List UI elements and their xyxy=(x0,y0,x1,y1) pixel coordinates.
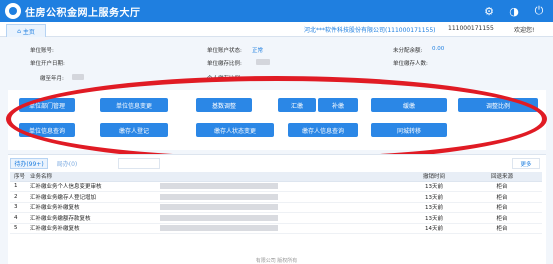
top-bar: 住房公积金网上服务大厅 ⚙ ◑ ⏻ xyxy=(0,0,553,22)
more-button[interactable]: 更多 xyxy=(512,158,540,169)
row-no: 3 xyxy=(10,202,26,213)
open-date-label: 单位开户日期: xyxy=(30,61,65,67)
row-detail xyxy=(156,202,406,213)
col-no: 序号 xyxy=(10,172,26,182)
unit-info-change-button[interactable]: 单位信息变更 xyxy=(100,98,168,112)
row-source: 柜台 xyxy=(462,212,542,224)
supplementary-pay-button[interactable]: 补缴 xyxy=(318,98,358,112)
col-detail xyxy=(156,172,406,182)
tab-home[interactable]: ⌂ 主页 xyxy=(6,24,46,37)
tab-home-label: 主页 xyxy=(22,28,35,36)
same-city-transfer-button[interactable]: 同城转移 xyxy=(371,123,447,137)
base-adjust-button[interactable]: 基数调整 xyxy=(196,98,252,112)
help-icon[interactable]: ◑ xyxy=(506,3,522,19)
row-no: 1 xyxy=(10,181,26,192)
unit-ratio-label: 单位缴存比例: xyxy=(207,61,242,67)
row-name[interactable]: 汇补缴业务个人信息变更审核 xyxy=(26,181,156,192)
todo-panel: 待办(99+) 局办(0) 更多 序号 业务名称 撤销时间 回退来源 1 汇补缴… xyxy=(8,154,546,264)
redacted-value xyxy=(160,204,278,210)
row-source: 柜台 xyxy=(462,181,542,192)
unit-account-label: 单位账号: xyxy=(30,48,54,54)
row-time: 13天前 xyxy=(406,181,462,192)
unit-status-value: 正常 xyxy=(252,48,264,54)
unit-info-panel: 单位账号: 单位账户状态: 正常 未分配余额: 0.00 单位开户日期: 单位缴… xyxy=(0,38,553,88)
row-detail xyxy=(156,181,406,192)
row-no: 2 xyxy=(10,191,26,203)
row-name[interactable]: 汇补缴业务补缴复核 xyxy=(26,223,156,234)
row-time: 13天前 xyxy=(406,202,462,213)
redacted-value xyxy=(160,193,278,200)
depositor-register-button[interactable]: 缴存人登记 xyxy=(100,123,168,137)
defer-pay-button[interactable]: 缓缴 xyxy=(371,98,447,112)
top-icons: ⚙ ◑ ⏻ xyxy=(481,3,547,19)
tab-done[interactable]: 局办(0) xyxy=(52,158,82,169)
table-row[interactable]: 2 汇补缴业务缴存人登记增加 13天前 柜台 xyxy=(10,191,542,203)
company-code: 111000171155 xyxy=(448,25,494,32)
paid-month-label: 缴至年月: xyxy=(40,76,64,82)
row-no: 5 xyxy=(10,223,26,234)
unit-status-label: 单位账户状态: xyxy=(207,48,242,54)
personal-ratio-label: 个人缴存比例: xyxy=(207,76,242,82)
row-source: 柜台 xyxy=(462,223,542,234)
row-time: 13天前 xyxy=(406,191,462,203)
dept-manage-button[interactable]: 单位部门管理 xyxy=(19,98,75,112)
row-detail xyxy=(156,223,406,234)
row-detail xyxy=(156,191,406,203)
adjust-ratio-button[interactable]: 调整比例 xyxy=(458,98,538,112)
row-source: 柜台 xyxy=(462,202,542,213)
col-name: 业务名称 xyxy=(26,172,156,182)
redacted-value xyxy=(160,214,278,221)
redacted-value xyxy=(160,183,278,189)
todo-table: 序号 业务名称 撤销时间 回退来源 1 汇补缴业务个人信息变更审核 13天前 柜… xyxy=(10,172,542,234)
tab-bar: ⌂ 主页 河北***软件科技股份有限公司(111000171155) 11100… xyxy=(0,22,553,37)
table-header-row: 序号 业务名称 撤销时间 回退来源 xyxy=(10,172,542,182)
table-row[interactable]: 3 汇补缴业务补缴复核 13天前 柜台 xyxy=(10,202,542,213)
row-time: 14天前 xyxy=(406,223,462,234)
footer: 有限公司 版权所有 xyxy=(255,258,298,264)
table-row[interactable]: 1 汇补缴业务个人信息变更审核 13天前 柜台 xyxy=(10,181,542,192)
power-icon[interactable]: ⏻ xyxy=(531,3,547,19)
row-time: 13天前 xyxy=(406,212,462,224)
tab-todo[interactable]: 待办(99+) xyxy=(10,158,48,169)
unpaid-balance-label: 未分配余额: xyxy=(393,48,423,54)
col-source: 回退来源 xyxy=(462,172,542,182)
redacted-value xyxy=(256,59,270,65)
operation-panel: 单位部门管理 单位信息变更 基数调整 汇缴 补缴 缓缴 调整比例 单位信息查询 … xyxy=(8,90,546,150)
logo-icon xyxy=(5,3,21,19)
home-icon: ⌂ xyxy=(17,27,21,35)
tab-blank[interactable] xyxy=(118,158,160,169)
row-name[interactable]: 汇补缴业务缴存人登记增加 xyxy=(26,191,156,203)
col-time: 撤销时间 xyxy=(406,172,462,182)
welcome-text: 欢迎您! xyxy=(514,27,535,34)
unit-info-query-button[interactable]: 单位信息查询 xyxy=(19,123,75,137)
unit-members-label: 单位缴存人数: xyxy=(393,61,428,67)
depositor-status-change-button[interactable]: 缴存人状态变更 xyxy=(196,123,274,137)
row-name[interactable]: 汇补缴业务补缴复核 xyxy=(26,202,156,213)
redacted-value xyxy=(160,225,278,231)
settings-icon[interactable]: ⚙ xyxy=(481,3,497,19)
row-detail xyxy=(156,212,406,224)
company-name: 河北***软件科技股份有限公司(111000171155) xyxy=(304,27,436,34)
depositor-info-query-button[interactable]: 缴存人信息查询 xyxy=(288,123,358,137)
row-no: 4 xyxy=(10,212,26,224)
remit-button[interactable]: 汇缴 xyxy=(278,98,316,112)
row-name[interactable]: 汇补缴业务缴额存款复核 xyxy=(26,212,156,224)
app-title: 住房公积金网上服务大厅 xyxy=(25,8,141,19)
unpaid-balance-value: 0.00 xyxy=(432,46,445,52)
table-row[interactable]: 5 汇补缴业务补缴复核 14天前 柜台 xyxy=(10,223,542,234)
table-row[interactable]: 4 汇补缴业务缴额存款复核 13天前 柜台 xyxy=(10,212,542,224)
row-source: 柜台 xyxy=(462,191,542,203)
redacted-value xyxy=(72,74,84,80)
